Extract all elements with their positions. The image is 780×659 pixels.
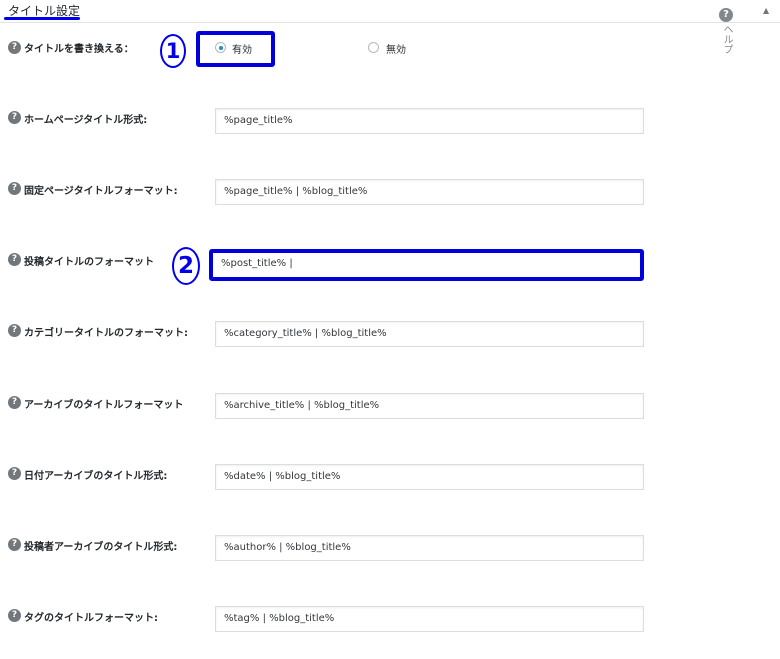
field-label: アーカイブのタイトルフォーマット xyxy=(24,400,184,411)
date-archive-title-format-input[interactable]: %date% | %blog_title% xyxy=(215,464,644,490)
question-icon[interactable]: ? xyxy=(8,41,21,54)
title-underline-annotation xyxy=(4,17,80,20)
field-label: タグのタイトルフォーマット: xyxy=(24,613,158,624)
radio-disabled[interactable] xyxy=(368,42,379,53)
page-title-format-input[interactable]: %page_title% | %blog_title% xyxy=(215,179,644,205)
radio-disabled-label: 無効 xyxy=(386,45,406,56)
field-label: カテゴリータイトルのフォーマット: xyxy=(24,328,188,339)
callout-2-annotation: 2 xyxy=(172,247,200,285)
section-header: タイトル設定 ▲ xyxy=(0,0,780,23)
help-icon[interactable]: ? xyxy=(719,8,733,22)
question-icon[interactable]: ? xyxy=(8,253,21,266)
author-archive-title-format-input[interactable]: %author% | %blog_title% xyxy=(215,535,644,561)
question-icon[interactable]: ? xyxy=(8,467,21,480)
question-icon[interactable]: ? xyxy=(8,396,21,409)
question-icon[interactable]: ? xyxy=(8,182,21,195)
callout-1-annotation: 1 xyxy=(160,34,186,68)
field-label: 固定ページタイトルフォーマット: xyxy=(24,186,178,197)
collapse-arrow-icon[interactable]: ▲ xyxy=(763,6,769,15)
radio-enabled[interactable] xyxy=(215,42,226,53)
question-icon[interactable]: ? xyxy=(8,538,21,551)
field-label: 投稿タイトルのフォーマット xyxy=(24,257,154,268)
tag-title-format-input[interactable]: %tag% | %blog_title% xyxy=(215,606,644,632)
post-title-format-input[interactable]: %post_title% | xyxy=(209,249,644,281)
question-icon[interactable]: ? xyxy=(8,111,21,124)
category-title-format-input[interactable]: %category_title% | %blog_title% xyxy=(215,321,644,347)
help-tab[interactable]: ヘルプ xyxy=(715,24,732,54)
archive-title-format-input[interactable]: %archive_title% | %blog_title% xyxy=(215,393,644,419)
question-icon[interactable]: ? xyxy=(8,324,21,337)
field-label: ホームページタイトル形式: xyxy=(24,115,148,126)
rewrite-titles-label: タイトルを書き換える： xyxy=(24,44,134,55)
home-title-format-input[interactable]: %page_title% xyxy=(215,108,644,134)
field-label: 投稿者アーカイブのタイトル形式: xyxy=(24,542,178,553)
field-label: 日付アーカイブのタイトル形式: xyxy=(24,471,168,482)
radio-enabled-label: 有効 xyxy=(232,45,252,56)
question-icon[interactable]: ? xyxy=(8,609,21,622)
